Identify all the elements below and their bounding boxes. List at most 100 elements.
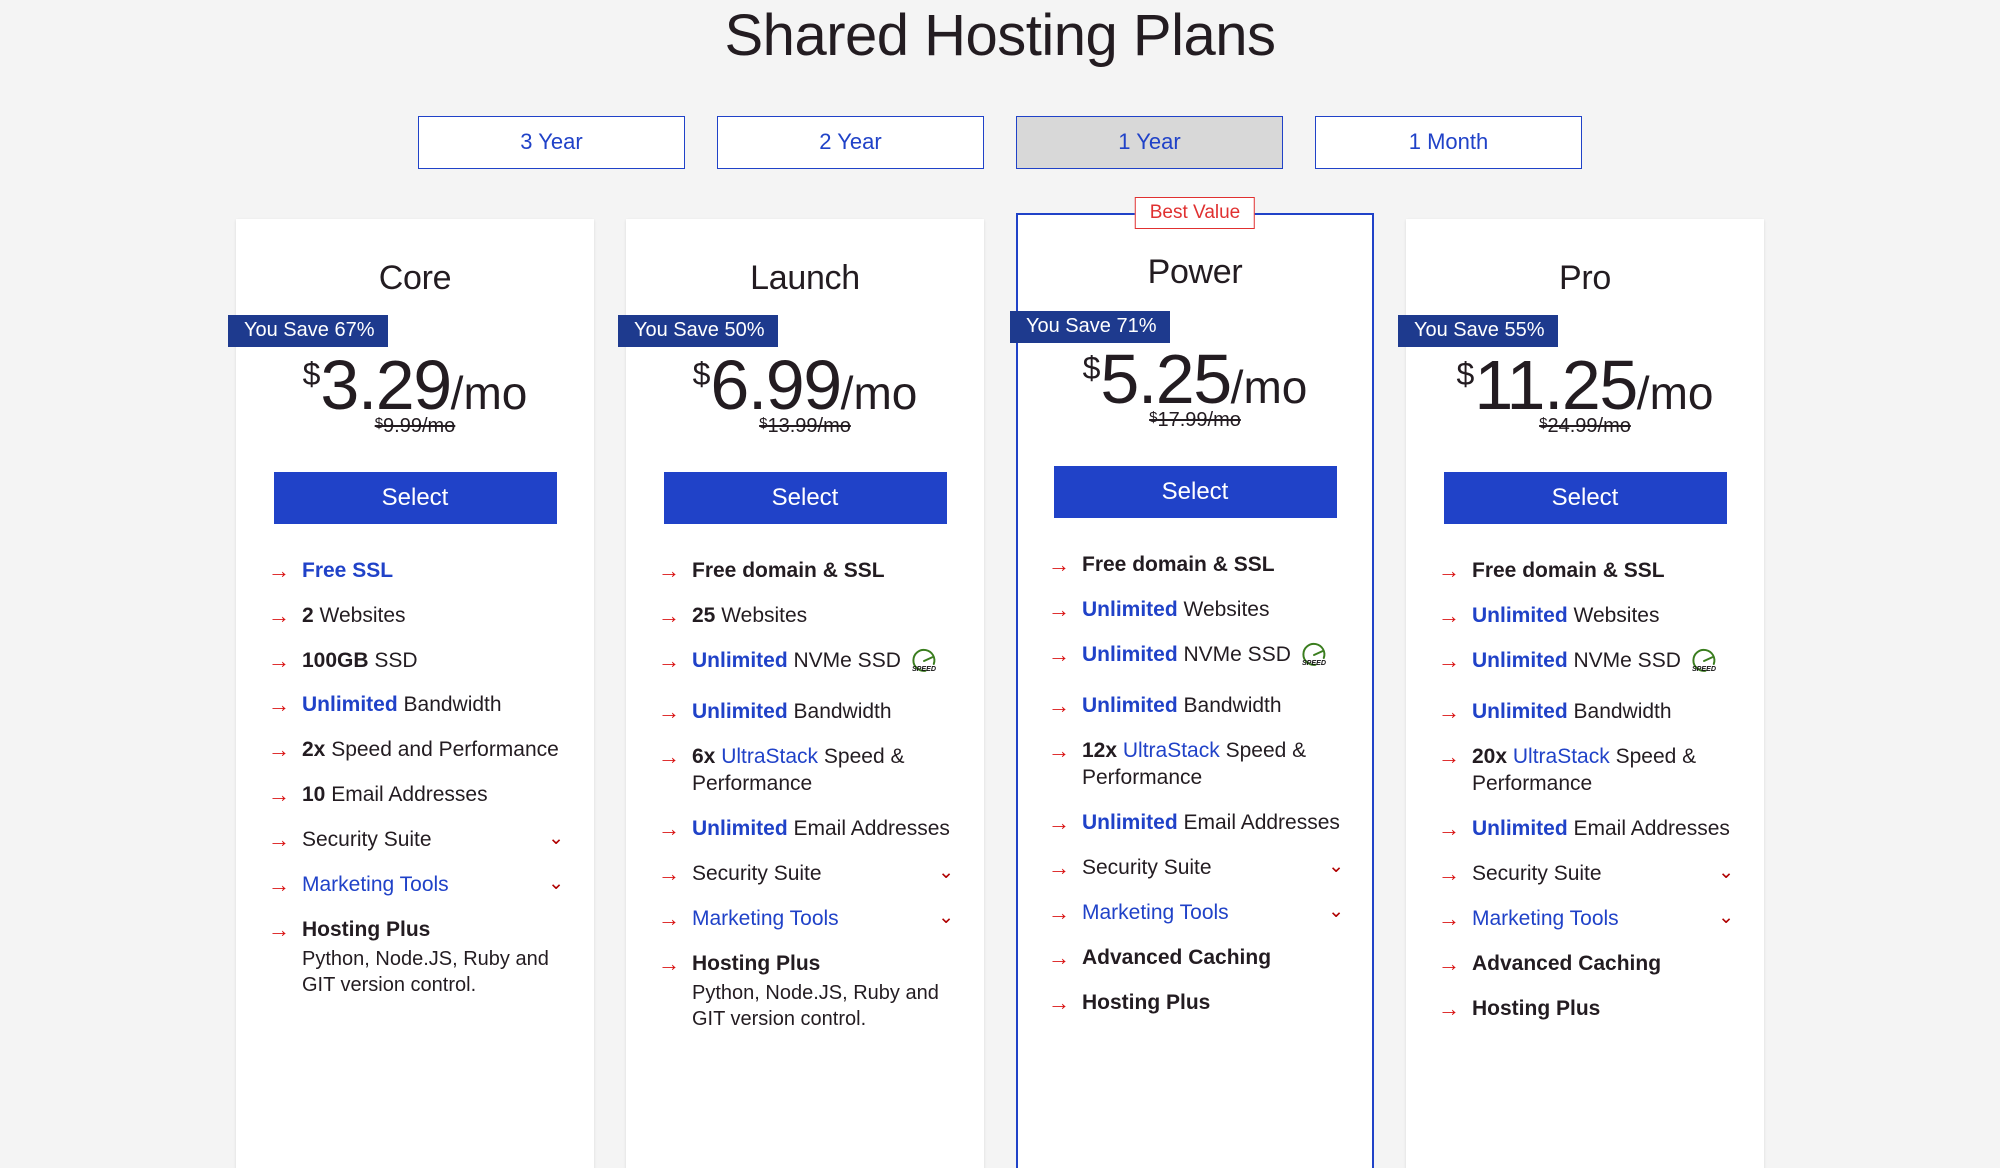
plan-name: Pro <box>1558 258 1611 297</box>
arrow-right-icon: → <box>658 744 680 770</box>
best-value-badge: Best Value <box>1134 196 1256 229</box>
feature-item: → Unlimited NVMe SSD SPEED <box>1438 648 1734 682</box>
feature-highlight: 25 <box>692 603 716 627</box>
feature-text: Unlimited Bandwidth <box>692 700 892 723</box>
feature-item[interactable]: → Marketing Tools ⌄ <box>658 906 954 933</box>
plan-card-list: Core You Save 67% $3.29/mo $9.99/mo Select → F… <box>0 196 2000 1168</box>
save-badge: You Save 50% <box>618 314 779 347</box>
feature-label: Marketing Tools <box>692 906 839 930</box>
feature-item: → 100GB SSD <box>268 648 564 675</box>
price-amount: 3.29 <box>320 345 452 424</box>
price-amount: 11.25 <box>1474 345 1638 424</box>
svg-text:SPEED: SPEED <box>1692 664 1716 672</box>
feature-item: → 10 Email Addresses <box>268 782 564 809</box>
chevron-down-icon[interactable]: ⌄ <box>1320 855 1344 880</box>
select-button[interactable]: Select <box>663 471 947 524</box>
feature-highlight: Unlimited <box>1472 648 1568 672</box>
feature-text: 12x UltraStack Speed & Performance <box>1082 739 1306 789</box>
term-button-3-year[interactable]: 3 Year <box>418 115 685 169</box>
arrow-right-icon: → <box>1438 905 1460 931</box>
price-currency: $ <box>1456 355 1475 392</box>
speed-badge-icon-wrap: SPEED <box>909 648 939 682</box>
arrow-right-icon: → <box>1048 551 1070 577</box>
chevron-down-icon[interactable]: ⌄ <box>930 861 954 886</box>
original-price: $17.99/mo <box>1018 410 1372 430</box>
feature-label: Marketing Tools <box>1082 900 1229 924</box>
arrow-right-icon: → <box>1438 995 1460 1021</box>
price-amount: 6.99 <box>710 345 842 424</box>
feature-text: Hosting Plus <box>302 918 430 941</box>
feature-highlight: Unlimited <box>692 700 788 724</box>
feature-text: 20x UltraStack Speed & Performance <box>1472 745 1696 795</box>
chevron-down-icon[interactable]: ⌄ <box>540 872 564 897</box>
feature-text: Advanced Caching <box>1082 946 1271 969</box>
chevron-down-icon[interactable]: ⌄ <box>1320 900 1344 925</box>
feature-item[interactable]: → Marketing Tools ⌄ <box>1048 900 1344 927</box>
plan-card-pro: Pro You Save 55% $11.25/mo $24.99/mo Select →… <box>1398 218 1764 1168</box>
chevron-down-icon[interactable]: ⌄ <box>1710 861 1734 886</box>
feature-item[interactable]: → Security Suite ⌄ <box>1048 855 1344 882</box>
feature-list: → Free domain & SSL → Unlimited Websites → Un… <box>1406 558 1764 1023</box>
feature-resttext: Websites <box>313 603 406 627</box>
feature-item: → Unlimited Bandwidth <box>658 699 954 726</box>
feature-highlight: Hosting Plus <box>1082 990 1211 1014</box>
price-amount: 5.25 <box>1100 339 1232 418</box>
feature-item[interactable]: → Security Suite ⌄ <box>268 827 564 854</box>
feature-text: Marketing Tools <box>302 873 449 896</box>
chevron-down-icon[interactable]: ⌄ <box>540 827 564 852</box>
arrow-right-icon: → <box>268 827 290 853</box>
feature-resttext: Email Addresses <box>325 783 488 807</box>
feature-highlight: Unlimited <box>692 648 788 672</box>
svg-text:SPEED: SPEED <box>912 664 936 672</box>
select-button[interactable]: Select <box>1443 471 1727 524</box>
feature-text: Unlimited Bandwidth <box>1472 700 1672 723</box>
price-currency: $ <box>1082 349 1101 386</box>
feature-item: → Unlimited Email Addresses <box>1438 816 1734 843</box>
select-button[interactable]: Select <box>273 471 557 524</box>
feature-text: Unlimited NVMe SSD SPEED <box>1082 642 1329 666</box>
feature-text: Unlimited Email Addresses <box>1472 817 1730 840</box>
plan-name: Core <box>378 258 452 297</box>
feature-label: Security Suite <box>1472 861 1602 885</box>
feature-text: 2 Websites <box>302 604 406 627</box>
arrow-right-icon: → <box>268 871 290 897</box>
feature-item[interactable]: → Security Suite ⌄ <box>1438 861 1734 888</box>
arrow-right-icon: → <box>658 602 680 628</box>
original-price-value: 17.99/mo <box>1157 408 1241 431</box>
term-button-2-year[interactable]: 2 Year <box>717 115 984 169</box>
arrow-right-icon: → <box>1048 899 1070 925</box>
feature-item: → Unlimited NVMe SSD SPEED <box>658 648 954 682</box>
feature-item: → Unlimited Websites <box>1048 597 1344 624</box>
term-button-1-year[interactable]: 1 Year <box>1016 115 1283 169</box>
arrow-right-icon: → <box>1438 816 1460 842</box>
feature-highlight: Free domain & SSL <box>1082 552 1275 576</box>
chevron-down-icon[interactable]: ⌄ <box>1710 906 1734 931</box>
feature-item[interactable]: → Marketing Tools ⌄ <box>268 872 564 899</box>
feature-label: Marketing Tools <box>302 872 449 896</box>
feature-item[interactable]: → Security Suite ⌄ <box>658 861 954 888</box>
feature-subline: Python, Node.JS, Ruby and GIT version co… <box>692 981 939 1030</box>
select-button[interactable]: Select <box>1053 465 1337 518</box>
feature-midtext: UltraStack <box>715 745 819 769</box>
feature-label: Security Suite <box>692 861 822 885</box>
arrow-right-icon: → <box>1048 738 1070 764</box>
original-price-currency: $ <box>374 414 384 432</box>
feature-highlight: 2 <box>302 603 314 627</box>
feature-item: → Hosting Plus Python, Node.JS, Ruby and G… <box>658 951 954 1032</box>
chevron-down-icon[interactable]: ⌄ <box>930 906 954 931</box>
price-currency: $ <box>302 355 321 392</box>
arrow-right-icon: → <box>268 782 290 808</box>
feature-resttext: Bandwidth <box>1567 700 1672 724</box>
feature-resttext: Email Addresses <box>1177 811 1340 835</box>
feature-text: Marketing Tools <box>692 907 839 930</box>
feature-text: 25 Websites <box>692 604 807 627</box>
price-block: $11.25/mo <box>1406 350 1764 420</box>
plan-card-power: Best Value Power You Save 71% $5.25/mo $17.9… <box>1010 196 1374 1168</box>
term-button-1-month[interactable]: 1 Month <box>1315 115 1582 169</box>
feature-resttext: Websites <box>1567 603 1660 627</box>
feature-text: Unlimited NVMe SSD SPEED <box>692 648 939 672</box>
arrow-right-icon: → <box>1438 744 1460 770</box>
feature-list: → Free domain & SSL → Unlimited Websites → Un… <box>1018 552 1372 1017</box>
feature-item[interactable]: → Marketing Tools ⌄ <box>1438 906 1734 933</box>
feature-item: → Advanced Caching <box>1438 951 1734 978</box>
